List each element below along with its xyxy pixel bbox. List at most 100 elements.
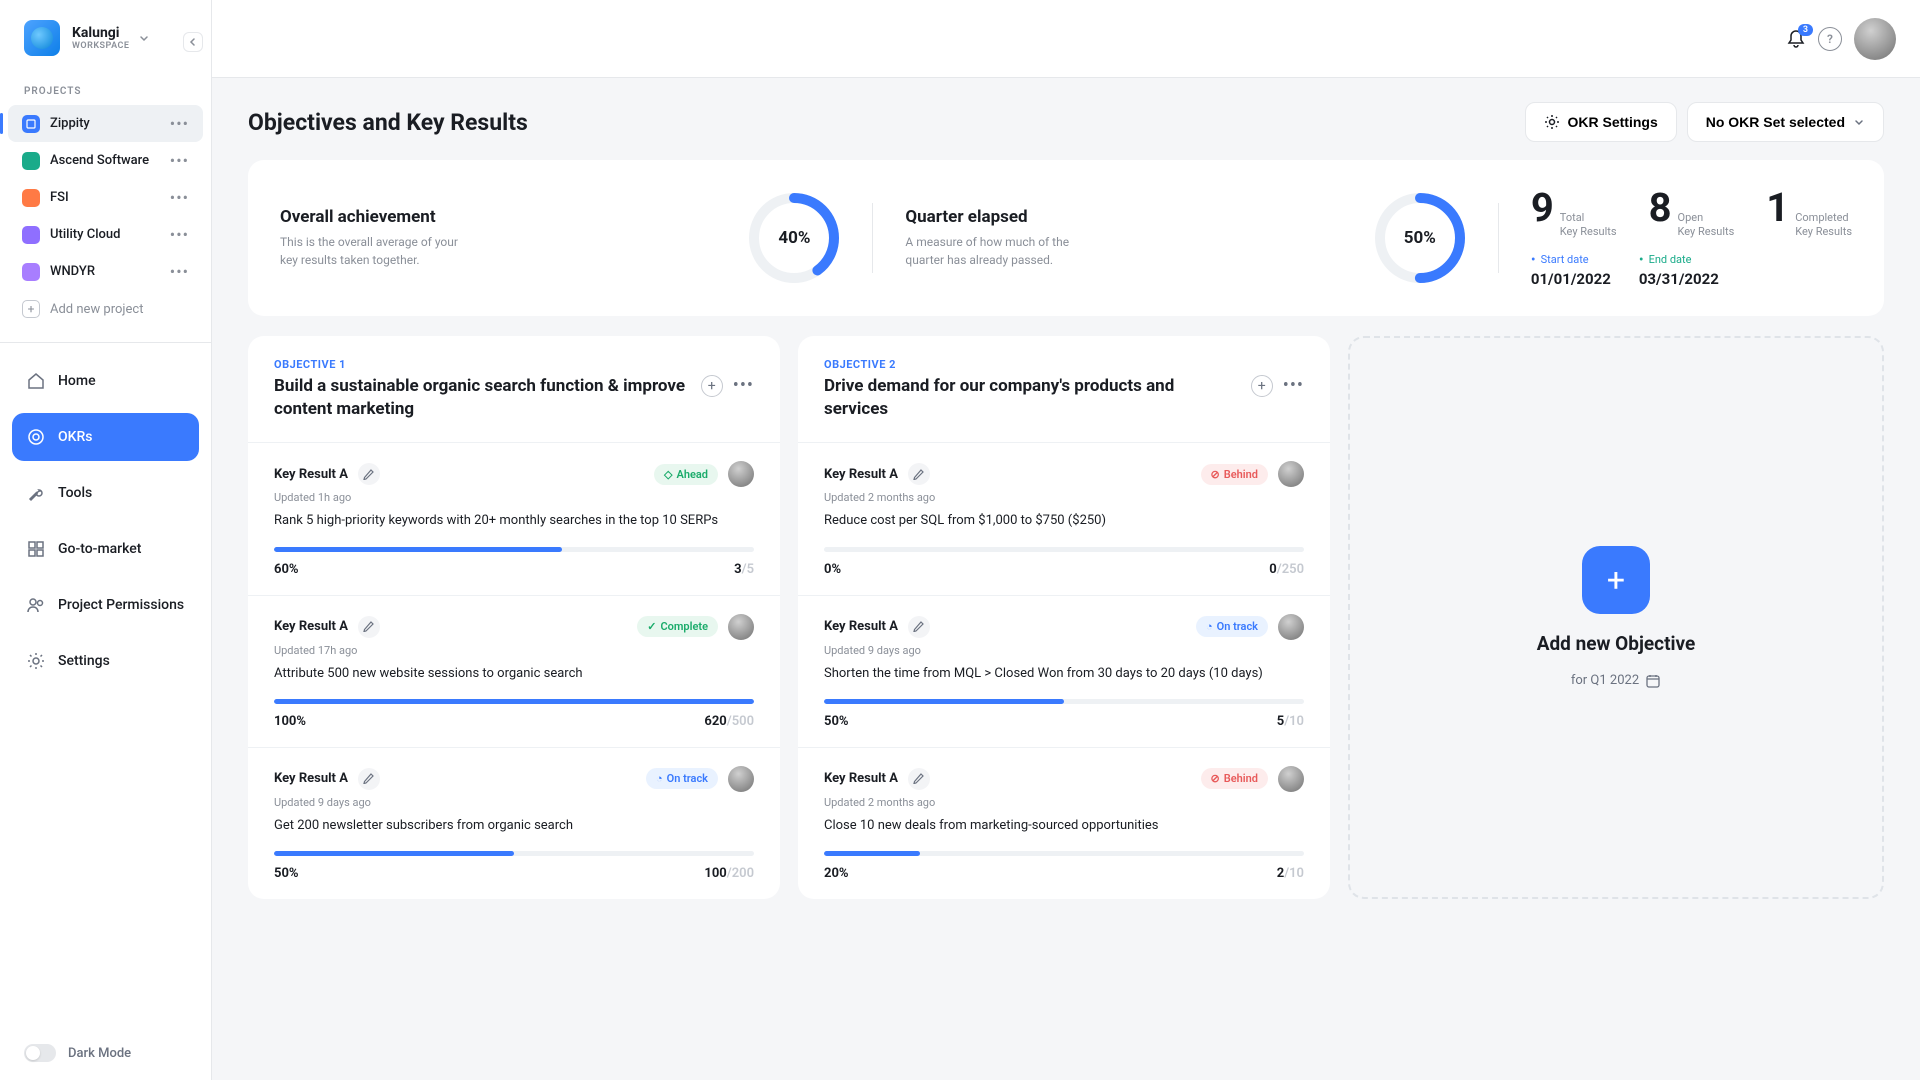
more-icon[interactable]: ••• — [170, 262, 189, 281]
new-objective-title: Add new Objective — [1537, 632, 1696, 655]
nav-home[interactable]: Home — [12, 357, 199, 405]
new-objective-sub: for Q1 2022 — [1571, 673, 1639, 688]
key-result: Key Result A ⊘Behind Updated 2 months ag… — [798, 747, 1330, 899]
users-icon — [26, 595, 46, 615]
progress-fraction: 620/500 — [704, 714, 754, 729]
nav-label: Home — [58, 373, 96, 389]
okr-settings-button[interactable]: OKR Settings — [1525, 102, 1677, 142]
edit-kr-button[interactable] — [908, 768, 930, 790]
end-date: End date 03/31/2022 — [1639, 252, 1719, 288]
project-item-fsi[interactable]: FSI ••• — [8, 179, 203, 216]
notification-badge: 3 — [1798, 24, 1813, 36]
notifications-button[interactable]: 3 — [1786, 29, 1806, 49]
owner-avatar[interactable] — [728, 614, 754, 640]
add-kr-button[interactable]: + — [1251, 375, 1273, 397]
progress-bar — [824, 699, 1304, 704]
kr-updated: Updated 2 months ago — [824, 796, 1304, 809]
kr-description: Reduce cost per SQL from $1,000 to $750 … — [824, 512, 1304, 530]
pencil-icon — [913, 773, 924, 784]
progress-pct: 0% — [824, 562, 841, 577]
project-item-zippity[interactable]: Zippity ••• — [8, 105, 203, 142]
nav-permissions[interactable]: Project Permissions — [12, 581, 199, 629]
objective-number: OBJECTIVE 2 — [824, 358, 1304, 371]
progress-pct: 50% — [824, 714, 849, 729]
progress-fraction: 2/10 — [1277, 866, 1304, 881]
owner-avatar[interactable] — [1278, 614, 1304, 640]
objective-title: Drive demand for our company's products … — [824, 375, 1237, 421]
kr-description: Shorten the time from MQL > Closed Won f… — [824, 665, 1304, 683]
edit-kr-button[interactable] — [908, 616, 930, 638]
project-item-wndyr[interactable]: WNDYR ••• — [8, 253, 203, 290]
status-icon: ⊘ — [1211, 468, 1220, 481]
edit-kr-button[interactable] — [358, 616, 380, 638]
status-badge: ◔On track — [1196, 616, 1268, 637]
collapse-sidebar-button[interactable] — [183, 32, 203, 52]
stat-completed: 1 CompletedKey Results — [1766, 188, 1852, 240]
nav-label: OKRs — [58, 429, 93, 445]
overall-donut: 40% — [748, 192, 840, 284]
more-icon[interactable]: ••• — [733, 375, 754, 397]
nav-gtm[interactable]: Go-to-market — [12, 525, 199, 573]
project-list: Zippity ••• Ascend Software ••• FSI ••• … — [0, 105, 211, 290]
project-icon — [22, 152, 40, 170]
project-item-utility-cloud[interactable]: Utility Cloud ••• — [8, 216, 203, 253]
plus-icon: + — [1258, 378, 1266, 394]
add-project-label: Add new project — [50, 302, 144, 317]
key-result: Key Result A ✓Complete Updated 17h ago A… — [248, 595, 780, 747]
kr-description: Get 200 newsletter subscribers from orga… — [274, 817, 754, 835]
progress-bar — [274, 547, 754, 552]
chevron-down-icon — [138, 32, 150, 44]
plus-icon: + — [1582, 546, 1650, 614]
objective-title: Build a sustainable organic search funct… — [274, 375, 687, 421]
dark-mode-toggle[interactable] — [24, 1044, 56, 1062]
progress-fraction: 0/250 — [1269, 562, 1304, 577]
okr-set-selector[interactable]: No OKR Set selected — [1687, 102, 1884, 142]
stat-num: 8 — [1649, 188, 1672, 228]
user-avatar[interactable] — [1854, 18, 1896, 60]
kr-name: Key Result A — [824, 619, 898, 634]
plus-icon: + — [22, 300, 40, 318]
add-project-button[interactable]: + Add new project — [0, 290, 211, 328]
nav-settings[interactable]: Settings — [12, 637, 199, 685]
more-icon[interactable]: ••• — [170, 114, 189, 133]
nav-okrs[interactable]: OKRs — [12, 413, 199, 461]
page-title: Objectives and Key Results — [248, 109, 1525, 136]
owner-avatar[interactable] — [1278, 461, 1304, 487]
add-objective-card[interactable]: + Add new Objective for Q1 2022 — [1348, 336, 1884, 899]
owner-avatar[interactable] — [728, 461, 754, 487]
nav-label: Project Permissions — [58, 597, 184, 613]
add-kr-button[interactable]: + — [701, 375, 723, 397]
owner-avatar[interactable] — [1278, 766, 1304, 792]
project-icon — [22, 189, 40, 207]
help-button[interactable]: ? — [1818, 27, 1842, 51]
owner-avatar[interactable] — [728, 766, 754, 792]
home-icon — [26, 371, 46, 391]
quarter-pct: 50% — [1374, 192, 1466, 284]
workspace-switcher[interactable]: Kalungi WORKSPACE — [0, 0, 211, 74]
edit-kr-button[interactable] — [358, 768, 380, 790]
stat-open: 8 OpenKey Results — [1649, 188, 1735, 240]
overall-title: Overall achievement — [280, 207, 728, 227]
more-icon[interactable]: ••• — [170, 151, 189, 170]
wrench-icon — [26, 483, 46, 503]
status-icon: ✓ — [647, 620, 656, 633]
more-icon[interactable]: ••• — [170, 188, 189, 207]
key-result: Key Result A ◔On track Updated 9 days ag… — [798, 595, 1330, 747]
edit-kr-button[interactable] — [908, 463, 930, 485]
status-badge: ⊘Behind — [1201, 768, 1268, 789]
key-result: Key Result A ◔On track Updated 9 days ag… — [248, 747, 780, 899]
project-icon — [22, 226, 40, 244]
workspace-avatar — [24, 20, 60, 56]
quarter-donut: 50% — [1374, 192, 1466, 284]
kr-name: Key Result A — [274, 619, 348, 634]
project-label: Ascend Software — [50, 153, 170, 168]
start-date: Start date 01/01/2022 — [1531, 252, 1611, 288]
edit-kr-button[interactable] — [358, 463, 380, 485]
kr-updated: Updated 17h ago — [274, 644, 754, 657]
more-icon[interactable]: ••• — [170, 225, 189, 244]
nav-tools[interactable]: Tools — [12, 469, 199, 517]
project-item-ascend[interactable]: Ascend Software ••• — [8, 142, 203, 179]
more-icon[interactable]: ••• — [1283, 375, 1304, 397]
progress-fraction: 100/200 — [704, 866, 754, 881]
kr-updated: Updated 9 days ago — [274, 796, 754, 809]
